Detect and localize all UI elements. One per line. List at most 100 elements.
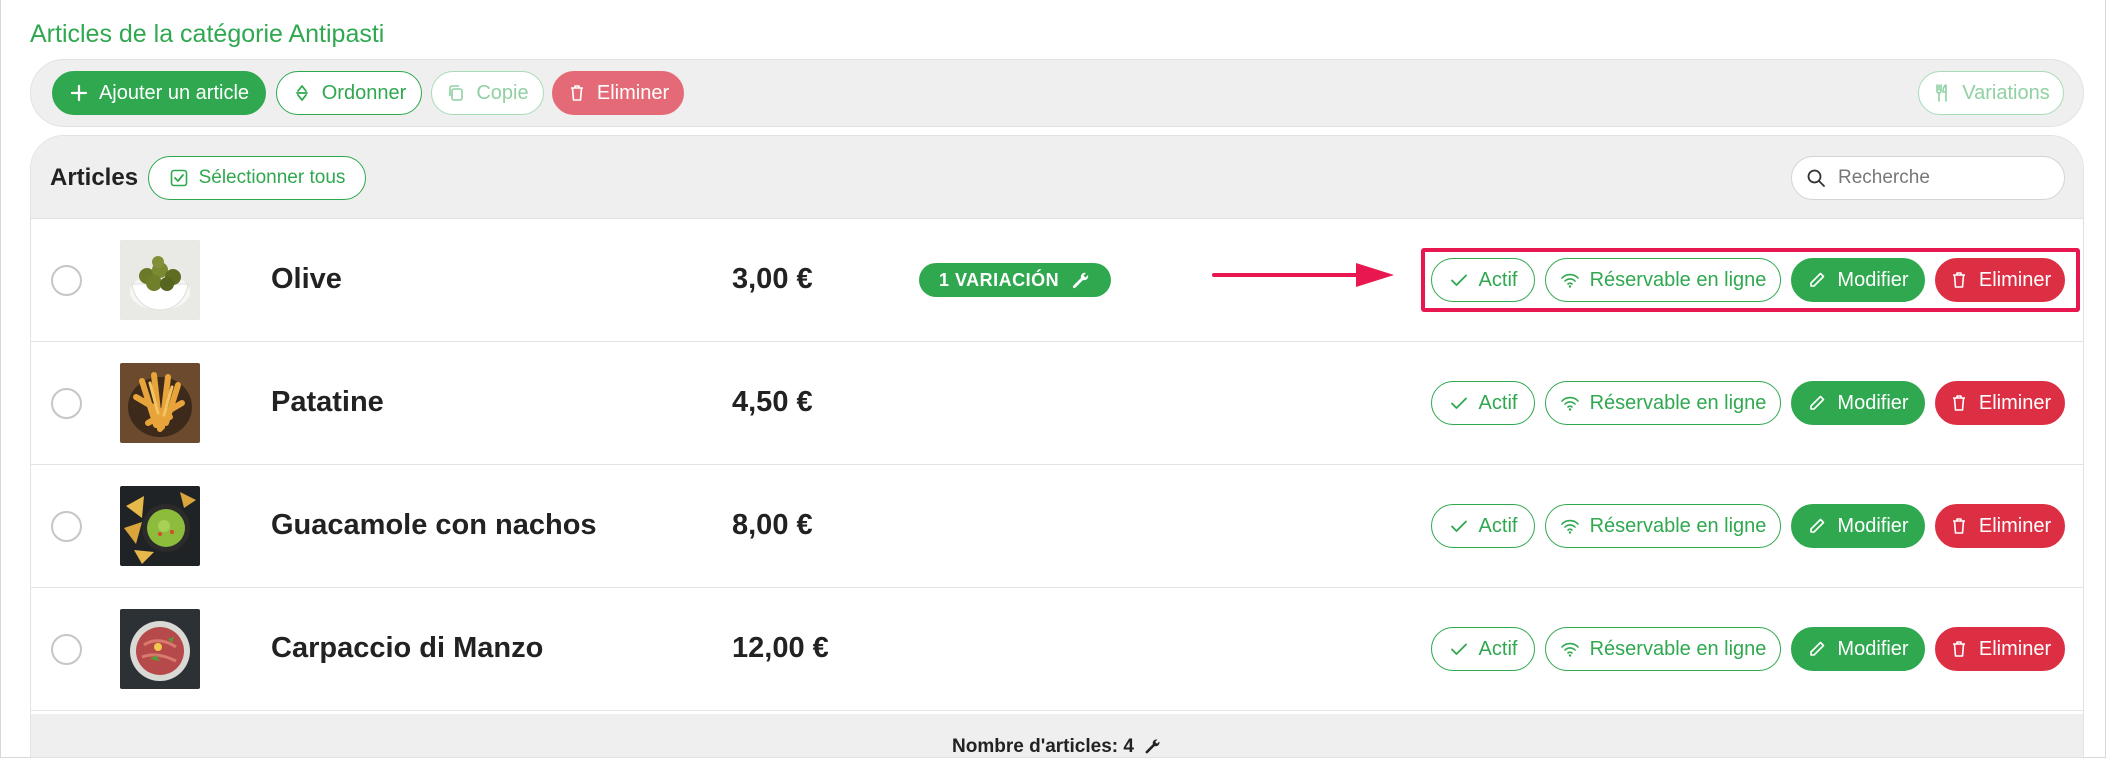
- delete-button[interactable]: Eliminer: [1935, 504, 2065, 548]
- article-name: Olive: [271, 263, 342, 295]
- delete-button[interactable]: Eliminer: [1935, 627, 2065, 671]
- delete-button[interactable]: Eliminer: [1935, 381, 2065, 425]
- trash-icon: [1952, 518, 1965, 534]
- wrench-icon: [1073, 272, 1089, 289]
- active-toggle-button[interactable]: Actif: [1431, 627, 1535, 671]
- trash-icon: [1952, 272, 1965, 288]
- active-label: Actif: [1478, 637, 1518, 660]
- active-label: Actif: [1478, 514, 1518, 537]
- article-price: 12,00 €: [732, 632, 829, 664]
- order-button[interactable]: Ordonner: [276, 71, 422, 115]
- pencil-icon: [1810, 518, 1825, 533]
- pencil-icon: [1810, 272, 1825, 287]
- variations-label: Variations: [1962, 81, 2050, 104]
- edit-button[interactable]: Modifier: [1791, 381, 1925, 425]
- edit-label: Modifier: [1837, 268, 1909, 291]
- bookable-label: Réservable en ligne: [1589, 391, 1767, 414]
- article-price: 8,00 €: [732, 509, 813, 541]
- copy-label: Copie: [476, 81, 529, 104]
- article-name: Guacamole con nachos: [271, 509, 597, 541]
- article-row-olive: Olive 3,00 € 1 VARIACIÓN Actif Réservabl…: [31, 219, 2083, 342]
- wifi-icon: [1560, 273, 1579, 288]
- article-name: Patatine: [271, 386, 384, 418]
- sort-icon: [295, 85, 308, 101]
- check-icon: [1450, 643, 1467, 655]
- trash-icon: [1952, 395, 1965, 411]
- trash-icon: [570, 85, 583, 101]
- select-all-label: Sélectionner tous: [198, 167, 346, 188]
- article-row-guacamole: Guacamole con nachos 8,00 € Actif Réserv…: [31, 465, 2083, 588]
- edit-button[interactable]: Modifier: [1791, 627, 1925, 671]
- delete-label: Eliminer: [1978, 637, 2052, 660]
- variation-badge-label: 1 VARIACIÓN: [939, 269, 1060, 290]
- toolbar: Ajouter un article Ordonner Copie Elimin…: [30, 59, 2084, 127]
- edit-button[interactable]: Modifier: [1791, 504, 1925, 548]
- delete-selected-label: Eliminer: [596, 81, 670, 104]
- article-price: 4,50 €: [732, 386, 813, 418]
- guacamole-photo: [120, 486, 200, 566]
- select-all-button[interactable]: Sélectionner tous: [148, 156, 366, 200]
- delete-label: Eliminer: [1978, 391, 2052, 414]
- articles-title: Articles: [50, 164, 139, 191]
- checkbox-checked-icon: [170, 169, 187, 187]
- check-icon: [1450, 520, 1467, 532]
- row-select-radio[interactable]: [51, 634, 82, 665]
- edit-label: Modifier: [1837, 637, 1909, 660]
- articles-count-label: Nombre d'articles: 4: [952, 736, 1134, 757]
- article-price: 3,00 €: [732, 263, 813, 295]
- plus-icon: [70, 84, 88, 102]
- active-label: Actif: [1478, 391, 1518, 414]
- articles-panel: Articles Sélectionner tous Olive 3,00 € …: [30, 135, 2084, 758]
- delete-label: Eliminer: [1978, 514, 2052, 537]
- check-icon: [1450, 397, 1467, 409]
- add-article-label: Ajouter un article: [98, 81, 250, 104]
- wifi-icon: [1560, 396, 1579, 411]
- edit-label: Modifier: [1837, 514, 1909, 537]
- search-input[interactable]: [1838, 167, 2038, 189]
- section-title: Articles de la catégorie Antipasti: [30, 20, 385, 48]
- add-article-button[interactable]: Ajouter un article: [52, 71, 266, 115]
- articles-count-footer: Nombre d'articles: 4: [31, 714, 2083, 757]
- articles-header: Articles Sélectionner tous: [31, 136, 2083, 219]
- article-row-carpaccio: Carpaccio di Manzo 12,00 € Actif Réserva…: [31, 588, 2083, 711]
- carpaccio-photo: [120, 609, 200, 689]
- wifi-icon: [1560, 519, 1579, 534]
- search-icon: [1807, 169, 1825, 187]
- copy-icon: [449, 85, 464, 101]
- bookable-label: Réservable en ligne: [1589, 637, 1767, 660]
- active-toggle-button[interactable]: Actif: [1431, 258, 1535, 302]
- delete-label: Eliminer: [1978, 268, 2052, 291]
- fries-photo: [120, 363, 200, 443]
- bookable-online-button[interactable]: Réservable en ligne: [1545, 258, 1781, 302]
- row-select-radio[interactable]: [51, 511, 82, 542]
- copy-button[interactable]: Copie: [431, 71, 544, 115]
- olives-photo: [120, 240, 200, 320]
- article-row-patatine: Patatine 4,50 € Actif Réservable en lign…: [31, 342, 2083, 465]
- variations-button[interactable]: Variations: [1918, 71, 2064, 115]
- active-toggle-button[interactable]: Actif: [1431, 504, 1535, 548]
- edit-label: Modifier: [1837, 391, 1909, 414]
- trash-icon: [1952, 641, 1965, 657]
- pencil-icon: [1810, 641, 1825, 656]
- search-box: [1791, 156, 2065, 200]
- delete-selected-button[interactable]: Eliminer: [552, 71, 684, 115]
- bookable-online-button[interactable]: Réservable en ligne: [1545, 381, 1781, 425]
- bookable-online-button[interactable]: Réservable en ligne: [1545, 504, 1781, 548]
- edit-button[interactable]: Modifier: [1791, 258, 1925, 302]
- row-select-radio[interactable]: [51, 265, 82, 296]
- bookable-label: Réservable en ligne: [1589, 514, 1767, 537]
- row-select-radio[interactable]: [51, 388, 82, 419]
- order-label: Ordonner: [321, 81, 407, 104]
- bookable-label: Réservable en ligne: [1589, 268, 1767, 291]
- wifi-icon: [1560, 642, 1579, 657]
- variation-badge[interactable]: 1 VARIACIÓN: [919, 263, 1112, 297]
- active-toggle-button[interactable]: Actif: [1431, 381, 1535, 425]
- utensils-icon: [1936, 84, 1948, 102]
- check-icon: [1450, 274, 1467, 286]
- delete-button[interactable]: Eliminer: [1935, 258, 2065, 302]
- active-label: Actif: [1478, 268, 1518, 291]
- pencil-icon: [1810, 395, 1825, 410]
- wrench-icon: [1145, 739, 1160, 754]
- bookable-online-button[interactable]: Réservable en ligne: [1545, 627, 1781, 671]
- annotation-arrow: [1212, 263, 1394, 287]
